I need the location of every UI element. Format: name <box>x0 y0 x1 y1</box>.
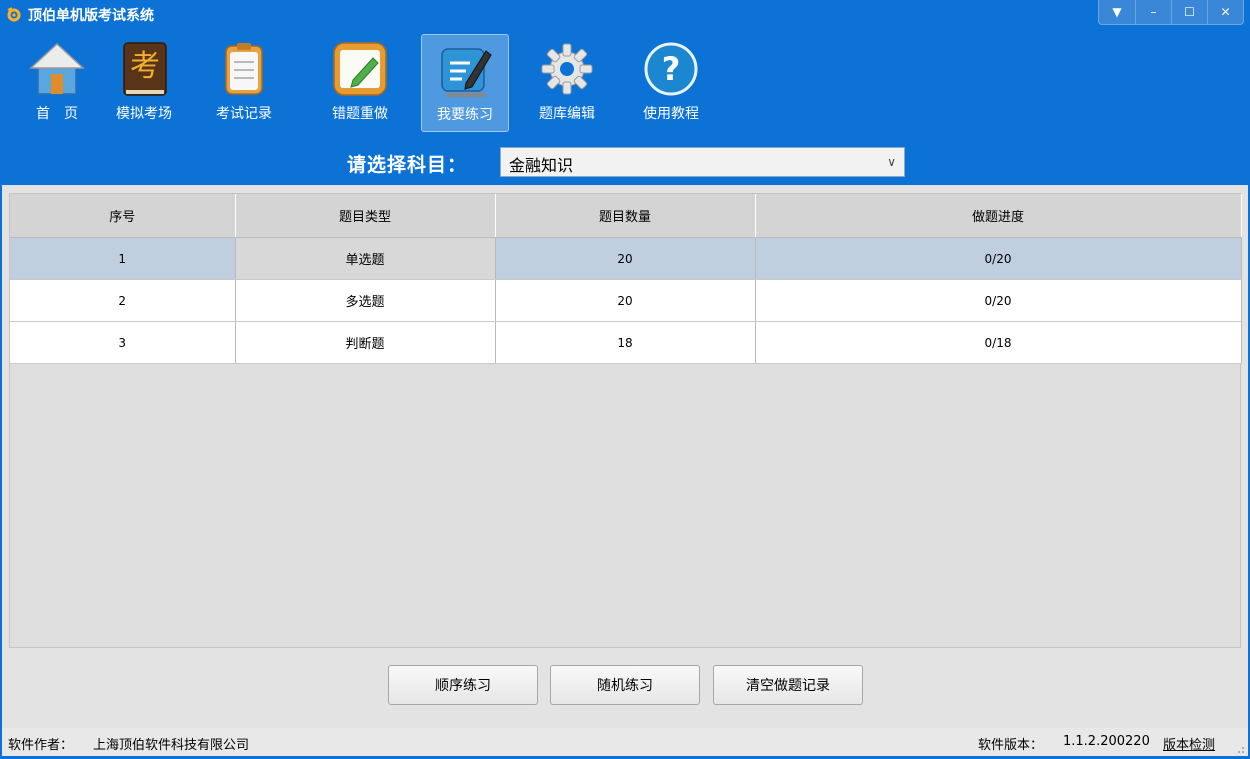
subject-selected-value: 金融知识 <box>509 156 574 175</box>
status-bar: 软件作者： 上海顶伯软件科技有限公司 软件版本： 1.1.2.200220 版本… <box>2 728 1248 756</box>
window-controls: ▼ – ☐ ✕ <box>1098 0 1244 25</box>
table-row[interactable]: 3 判断题 18 0/18 <box>10 321 1242 364</box>
minimize-icon: – <box>1150 5 1157 19</box>
toolbar-item-redo-wrong[interactable]: 错题重做 <box>316 34 404 132</box>
toolbar-item-exam-records[interactable]: 考试记录 <box>200 34 288 132</box>
toolbar-label-practice: 我要练习 <box>437 107 493 123</box>
menu-arrow-icon: ▼ <box>1112 5 1122 19</box>
column-header-count[interactable]: 题目数量 <box>495 194 756 238</box>
practice-pen-icon <box>441 48 492 97</box>
toolbar-label-tutorial: 使用教程 <box>643 106 699 122</box>
cell-type: 判断题 <box>235 321 496 364</box>
toolbar-label-exam-records: 考试记录 <box>216 106 272 122</box>
window-title: 顶伯单机版考试系统 <box>28 8 154 24</box>
exam-book-icon: 考 <box>123 42 167 96</box>
clear-records-button[interactable]: 清空做题记录 <box>713 665 863 705</box>
toolbar-label-bank-edit: 题库编辑 <box>539 106 595 122</box>
maximize-button[interactable]: ☐ <box>1171 0 1207 24</box>
table-row[interactable]: 1 单选题 20 0/20 <box>10 237 1242 280</box>
app-window: 顶伯单机版考试系统 ▼ – ☐ ✕ 首 页 考 模拟考场 考试记录 错题重做 我… <box>0 0 1250 759</box>
home-icon <box>29 42 85 95</box>
cell-progress: 0/18 <box>755 321 1242 364</box>
toolbar-item-tutorial[interactable]: ? 使用教程 <box>627 34 715 132</box>
version-label: 软件版本： <box>978 738 1044 753</box>
app-logo-icon <box>7 7 21 22</box>
check-update-link[interactable]: 版本检测 <box>1163 734 1215 753</box>
toolbar-label-redo-wrong: 错题重做 <box>332 106 388 122</box>
cell-index: 2 <box>10 279 236 322</box>
toolbar-item-practice[interactable]: 我要练习 <box>421 34 509 132</box>
cell-index: 3 <box>10 321 236 364</box>
table-header-row: 序号 题目类型 题目数量 做题进度 <box>10 194 1242 238</box>
minimize-button[interactable]: – <box>1135 0 1171 24</box>
subject-label: 请选择科目： <box>347 154 468 176</box>
subject-select[interactable]: 金融知识 ∨ <box>500 147 905 177</box>
cell-progress: 0/20 <box>755 237 1242 280</box>
help-icon: ? <box>644 42 698 96</box>
svg-text:?: ? <box>662 50 681 88</box>
random-practice-button[interactable]: 随机练习 <box>550 665 700 705</box>
toolbar-label-home: 首 页 <box>36 106 78 122</box>
author-label: 软件作者： <box>8 738 74 753</box>
sequential-practice-button[interactable]: 顺序练习 <box>388 665 538 705</box>
author-name: 上海顶伯软件科技有限公司 <box>93 738 250 753</box>
close-icon: ✕ <box>1220 5 1231 19</box>
cell-type: 单选题 <box>235 237 496 280</box>
menu-arrow-button[interactable]: ▼ <box>1099 0 1135 24</box>
notepad-pencil-icon <box>333 42 387 96</box>
cell-type: 多选题 <box>235 279 496 322</box>
gear-icon <box>541 43 593 95</box>
toolbar-item-home[interactable]: 首 页 <box>13 34 101 132</box>
cell-progress: 0/20 <box>755 279 1242 322</box>
close-button[interactable]: ✕ <box>1207 0 1243 24</box>
resize-grip-icon[interactable] <box>1235 744 1245 754</box>
maximize-icon: ☐ <box>1184 5 1195 19</box>
cell-count: 18 <box>495 321 756 364</box>
table-row[interactable]: 2 多选题 20 0/20 <box>10 279 1242 322</box>
toolbar-label-mock-exam: 模拟考场 <box>116 106 172 122</box>
column-header-index[interactable]: 序号 <box>10 194 236 238</box>
title-bar[interactable]: 顶伯单机版考试系统 ▼ – ☐ ✕ <box>0 0 1250 28</box>
chevron-down-icon: ∨ <box>887 155 896 169</box>
main-panel: 序号 题目类型 题目数量 做题进度 1 单选题 20 0/20 2 多选题 20… <box>2 185 1248 728</box>
cell-index: 1 <box>10 237 236 280</box>
column-header-type[interactable]: 题目类型 <box>235 194 496 238</box>
toolbar-item-mock-exam[interactable]: 考 模拟考场 <box>100 34 188 132</box>
cell-count: 20 <box>495 279 756 322</box>
cell-count: 20 <box>495 237 756 280</box>
version-number: 1.1.2.200220 <box>1063 734 1150 749</box>
toolbar-item-bank-edit[interactable]: 题库编辑 <box>523 34 611 132</box>
svg-text:考: 考 <box>130 49 160 84</box>
column-header-progress[interactable]: 做题进度 <box>755 194 1242 238</box>
action-bar: 顺序练习 随机练习 清空做题记录 <box>2 663 1248 708</box>
question-type-grid[interactable]: 序号 题目类型 题目数量 做题进度 1 单选题 20 0/20 2 多选题 20… <box>9 193 1242 648</box>
question-type-table: 序号 题目类型 题目数量 做题进度 1 单选题 20 0/20 2 多选题 20… <box>10 194 1242 364</box>
clipboard-icon <box>225 43 263 95</box>
